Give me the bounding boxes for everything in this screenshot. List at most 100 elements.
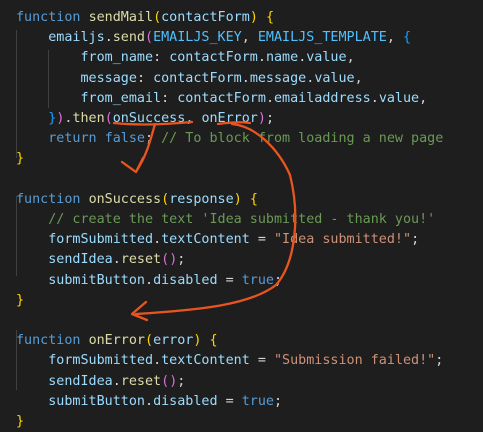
code-line[interactable]: }: [16, 149, 24, 169]
code-token: message: [80, 70, 137, 86]
code-token: sendIdea: [48, 373, 113, 389]
code-token: .: [145, 393, 154, 409]
code-token: (: [145, 333, 154, 349]
code-token: // create the text 'Idea submitted - tha…: [48, 212, 436, 227]
code-line[interactable]: from_email: contactForm.emailaddress.val…: [16, 89, 428, 109]
code-token: (: [104, 111, 113, 126]
code-token: value: [314, 70, 355, 86]
code-token: =: [249, 232, 274, 248]
code-token: ): [249, 10, 258, 25]
code-line[interactable]: sendIdea.reset();: [16, 372, 185, 392]
code-line[interactable]: }: [16, 291, 24, 311]
code-line[interactable]: return false; // To block from loading a…: [16, 129, 443, 149]
code-line[interactable]: submitButton.disabled = true;: [16, 392, 282, 412]
code-line[interactable]: sendIdea.reset();: [16, 250, 185, 270]
code-token: onSuccess: [112, 111, 186, 126]
code-token: (: [161, 252, 170, 268]
code-token: value: [378, 90, 420, 106]
code-token: (: [145, 30, 154, 46]
code-token: ;: [274, 393, 283, 409]
code-token: from_name: [80, 50, 154, 66]
code-token: value: [306, 50, 347, 66]
code-token: contactForm: [177, 90, 266, 106]
code-token: name: [265, 50, 299, 66]
code-token: function: [16, 333, 81, 349]
code-token: .: [112, 373, 121, 389]
code-token: .: [265, 90, 274, 106]
code-token: reset: [120, 252, 162, 268]
code-line[interactable]: emailjs.send(EMAILJS_KEY, EMAILJS_TEMPLA…: [16, 28, 411, 48]
code-token: ,: [346, 50, 355, 66]
code-line[interactable]: from_name: contactForm.name.value,: [16, 48, 355, 68]
code-line[interactable]: }).then(onSuccess, onError);: [16, 109, 274, 129]
code-token: onError: [88, 333, 145, 349]
code-token: contactForm: [161, 10, 250, 25]
code-token: then: [72, 111, 105, 126]
code-line[interactable]: function onError(error) {: [16, 331, 218, 351]
code-line[interactable]: }: [16, 412, 24, 432]
code-token: disabled: [153, 393, 218, 409]
code-token: {: [249, 191, 258, 207]
code-token: :: [136, 70, 154, 86]
code-token: contactForm: [153, 70, 242, 86]
code-token: .: [153, 232, 162, 248]
code-token: onError: [201, 111, 258, 126]
code-token: textContent: [161, 232, 250, 248]
code-token: .: [370, 90, 379, 106]
code-token: EMAILJS_KEY: [153, 30, 242, 46]
code-token: ;: [177, 373, 186, 389]
code-token: "Idea submitted!": [274, 232, 412, 248]
code-token: contactForm: [169, 50, 258, 66]
code-token: .: [104, 30, 113, 46]
code-token: // To block from loading a new page: [161, 131, 444, 147]
code-line[interactable]: formSubmitted.textContent = "Submission …: [16, 351, 443, 371]
code-token: reset: [120, 373, 162, 389]
code-line[interactable]: submitButton.disabled = true;: [16, 271, 282, 291]
code-token: ,: [185, 111, 202, 126]
code-token: return: [48, 131, 97, 147]
code-token: }: [16, 414, 25, 429]
code-token: emailaddress: [274, 90, 371, 106]
code-token: error: [153, 333, 194, 349]
code-token: message: [249, 70, 307, 86]
code-token: formSubmitted: [48, 232, 154, 248]
code-token: =: [249, 353, 274, 369]
code-token: ;: [411, 232, 420, 248]
code-line[interactable]: function onSuccess(response) {: [16, 190, 258, 210]
code-token: from_email: [80, 90, 162, 106]
code-token: onSuccess: [88, 191, 162, 207]
code-token: .: [153, 353, 162, 369]
code-line[interactable]: function sendMail(contactForm) {: [16, 8, 274, 28]
code-token: .: [112, 252, 121, 268]
code-line[interactable]: formSubmitted.textContent = "Idea submit…: [16, 230, 419, 250]
code-line[interactable]: message: contactForm.message.value,: [16, 69, 363, 89]
code-line[interactable]: // create the text 'Idea submitted - tha…: [16, 210, 435, 230]
code-token: submitButton: [48, 393, 145, 409]
code-editor[interactable]: function sendMail(contactForm) { emailjs…: [0, 0, 483, 429]
code-token: function: [16, 191, 81, 207]
code-token: submitButton: [48, 272, 145, 288]
code-token: EMAILJS_TEMPLATE: [257, 30, 387, 46]
code-token: false: [104, 131, 145, 147]
code-token: :: [153, 50, 170, 66]
code-token: textContent: [161, 353, 250, 369]
code-token: .: [257, 50, 266, 66]
code-token: send: [112, 30, 145, 46]
code-token: emailjs: [48, 30, 105, 46]
code-token: .: [145, 272, 154, 288]
